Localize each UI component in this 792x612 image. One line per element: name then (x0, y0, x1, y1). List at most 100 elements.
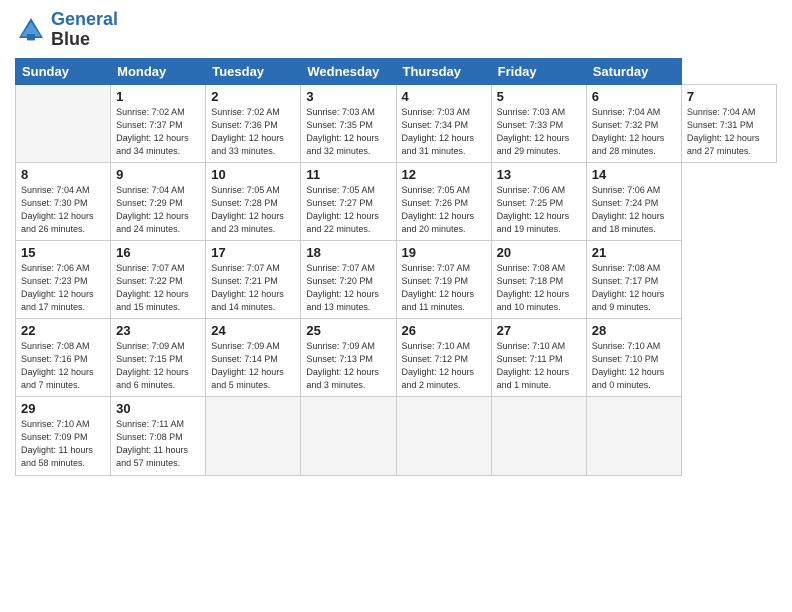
calendar-day-cell: 9 Sunrise: 7:04 AMSunset: 7:29 PMDayligh… (111, 162, 206, 240)
calendar-day-cell: 17 Sunrise: 7:07 AMSunset: 7:21 PMDaylig… (206, 240, 301, 318)
day-number: 10 (211, 167, 295, 182)
calendar-week-4: 22 Sunrise: 7:08 AMSunset: 7:16 PMDaylig… (16, 319, 777, 397)
day-number: 3 (306, 89, 390, 104)
day-number: 9 (116, 167, 200, 182)
calendar-day-cell: 8 Sunrise: 7:04 AMSunset: 7:30 PMDayligh… (16, 162, 111, 240)
day-info: Sunrise: 7:06 AMSunset: 7:24 PMDaylight:… (592, 184, 676, 236)
calendar-day-cell: 19 Sunrise: 7:07 AMSunset: 7:19 PMDaylig… (396, 240, 491, 318)
day-number: 16 (116, 245, 200, 260)
calendar-day-cell (491, 397, 586, 475)
weekday-wednesday: Wednesday (301, 58, 396, 84)
day-number: 12 (402, 167, 486, 182)
day-info: Sunrise: 7:04 AMSunset: 7:32 PMDaylight:… (592, 106, 676, 158)
calendar-day-cell: 15 Sunrise: 7:06 AMSunset: 7:23 PMDaylig… (16, 240, 111, 318)
day-number: 26 (402, 323, 486, 338)
weekday-saturday: Saturday (586, 58, 681, 84)
day-info: Sunrise: 7:04 AMSunset: 7:29 PMDaylight:… (116, 184, 200, 236)
day-number: 29 (21, 401, 105, 416)
calendar-container: GeneralBlue SundayMondayTuesdayWednesday… (0, 0, 792, 486)
calendar-day-cell (301, 397, 396, 475)
day-number: 6 (592, 89, 676, 104)
day-info: Sunrise: 7:08 AMSunset: 7:17 PMDaylight:… (592, 262, 676, 314)
day-info: Sunrise: 7:11 AMSunset: 7:08 PMDaylight:… (116, 418, 200, 470)
day-info: Sunrise: 7:09 AMSunset: 7:14 PMDaylight:… (211, 340, 295, 392)
day-number: 18 (306, 245, 390, 260)
day-number: 14 (592, 167, 676, 182)
day-info: Sunrise: 7:07 AMSunset: 7:20 PMDaylight:… (306, 262, 390, 314)
day-info: Sunrise: 7:10 AMSunset: 7:09 PMDaylight:… (21, 418, 105, 470)
calendar-day-cell: 18 Sunrise: 7:07 AMSunset: 7:20 PMDaylig… (301, 240, 396, 318)
day-number: 23 (116, 323, 200, 338)
day-number: 28 (592, 323, 676, 338)
day-info: Sunrise: 7:09 AMSunset: 7:15 PMDaylight:… (116, 340, 200, 392)
calendar-day-cell: 3 Sunrise: 7:03 AMSunset: 7:35 PMDayligh… (301, 84, 396, 162)
logo-text: GeneralBlue (51, 10, 118, 50)
day-number: 13 (497, 167, 581, 182)
weekday-friday: Friday (491, 58, 586, 84)
calendar-day-cell (206, 397, 301, 475)
day-info: Sunrise: 7:06 AMSunset: 7:23 PMDaylight:… (21, 262, 105, 314)
calendar-day-cell: 2 Sunrise: 7:02 AMSunset: 7:36 PMDayligh… (206, 84, 301, 162)
calendar-day-cell (586, 397, 681, 475)
logo-icon (15, 14, 47, 46)
calendar-day-cell: 16 Sunrise: 7:07 AMSunset: 7:22 PMDaylig… (111, 240, 206, 318)
calendar-week-1: 1 Sunrise: 7:02 AMSunset: 7:37 PMDayligh… (16, 84, 777, 162)
empty-cell (16, 84, 111, 162)
weekday-header-row: SundayMondayTuesdayWednesdayThursdayFrid… (16, 58, 777, 84)
day-number: 27 (497, 323, 581, 338)
calendar-day-cell: 14 Sunrise: 7:06 AMSunset: 7:24 PMDaylig… (586, 162, 681, 240)
day-number: 19 (402, 245, 486, 260)
day-number: 25 (306, 323, 390, 338)
calendar-body: 1 Sunrise: 7:02 AMSunset: 7:37 PMDayligh… (16, 84, 777, 475)
day-info: Sunrise: 7:03 AMSunset: 7:34 PMDaylight:… (402, 106, 486, 158)
day-number: 21 (592, 245, 676, 260)
day-number: 2 (211, 89, 295, 104)
weekday-sunday: Sunday (16, 58, 111, 84)
calendar-week-5: 29 Sunrise: 7:10 AMSunset: 7:09 PMDaylig… (16, 397, 777, 475)
calendar-day-cell: 11 Sunrise: 7:05 AMSunset: 7:27 PMDaylig… (301, 162, 396, 240)
day-number: 8 (21, 167, 105, 182)
day-info: Sunrise: 7:02 AMSunset: 7:37 PMDaylight:… (116, 106, 200, 158)
day-info: Sunrise: 7:05 AMSunset: 7:26 PMDaylight:… (402, 184, 486, 236)
calendar-day-cell: 6 Sunrise: 7:04 AMSunset: 7:32 PMDayligh… (586, 84, 681, 162)
calendar-day-cell: 21 Sunrise: 7:08 AMSunset: 7:17 PMDaylig… (586, 240, 681, 318)
calendar-day-cell: 27 Sunrise: 7:10 AMSunset: 7:11 PMDaylig… (491, 319, 586, 397)
day-number: 15 (21, 245, 105, 260)
day-info: Sunrise: 7:08 AMSunset: 7:16 PMDaylight:… (21, 340, 105, 392)
calendar-week-2: 8 Sunrise: 7:04 AMSunset: 7:30 PMDayligh… (16, 162, 777, 240)
day-info: Sunrise: 7:10 AMSunset: 7:10 PMDaylight:… (592, 340, 676, 392)
day-info: Sunrise: 7:04 AMSunset: 7:30 PMDaylight:… (21, 184, 105, 236)
day-info: Sunrise: 7:02 AMSunset: 7:36 PMDaylight:… (211, 106, 295, 158)
day-number: 7 (687, 89, 771, 104)
day-info: Sunrise: 7:06 AMSunset: 7:25 PMDaylight:… (497, 184, 581, 236)
calendar-table: SundayMondayTuesdayWednesdayThursdayFrid… (15, 58, 777, 476)
calendar-day-cell: 26 Sunrise: 7:10 AMSunset: 7:12 PMDaylig… (396, 319, 491, 397)
day-number: 1 (116, 89, 200, 104)
calendar-week-3: 15 Sunrise: 7:06 AMSunset: 7:23 PMDaylig… (16, 240, 777, 318)
calendar-header: GeneralBlue (15, 10, 777, 50)
day-info: Sunrise: 7:10 AMSunset: 7:12 PMDaylight:… (402, 340, 486, 392)
day-info: Sunrise: 7:08 AMSunset: 7:18 PMDaylight:… (497, 262, 581, 314)
calendar-day-cell: 7 Sunrise: 7:04 AMSunset: 7:31 PMDayligh… (681, 84, 776, 162)
calendar-day-cell: 29 Sunrise: 7:10 AMSunset: 7:09 PMDaylig… (16, 397, 111, 475)
day-info: Sunrise: 7:07 AMSunset: 7:19 PMDaylight:… (402, 262, 486, 314)
weekday-thursday: Thursday (396, 58, 491, 84)
day-info: Sunrise: 7:10 AMSunset: 7:11 PMDaylight:… (497, 340, 581, 392)
day-info: Sunrise: 7:07 AMSunset: 7:22 PMDaylight:… (116, 262, 200, 314)
calendar-day-cell: 28 Sunrise: 7:10 AMSunset: 7:10 PMDaylig… (586, 319, 681, 397)
day-info: Sunrise: 7:04 AMSunset: 7:31 PMDaylight:… (687, 106, 771, 158)
day-number: 22 (21, 323, 105, 338)
calendar-day-cell (396, 397, 491, 475)
calendar-day-cell: 30 Sunrise: 7:11 AMSunset: 7:08 PMDaylig… (111, 397, 206, 475)
weekday-monday: Monday (111, 58, 206, 84)
day-number: 4 (402, 89, 486, 104)
day-info: Sunrise: 7:03 AMSunset: 7:35 PMDaylight:… (306, 106, 390, 158)
day-info: Sunrise: 7:05 AMSunset: 7:27 PMDaylight:… (306, 184, 390, 236)
calendar-day-cell: 10 Sunrise: 7:05 AMSunset: 7:28 PMDaylig… (206, 162, 301, 240)
calendar-day-cell: 12 Sunrise: 7:05 AMSunset: 7:26 PMDaylig… (396, 162, 491, 240)
day-info: Sunrise: 7:03 AMSunset: 7:33 PMDaylight:… (497, 106, 581, 158)
day-number: 17 (211, 245, 295, 260)
calendar-day-cell: 13 Sunrise: 7:06 AMSunset: 7:25 PMDaylig… (491, 162, 586, 240)
calendar-day-cell: 5 Sunrise: 7:03 AMSunset: 7:33 PMDayligh… (491, 84, 586, 162)
day-info: Sunrise: 7:07 AMSunset: 7:21 PMDaylight:… (211, 262, 295, 314)
